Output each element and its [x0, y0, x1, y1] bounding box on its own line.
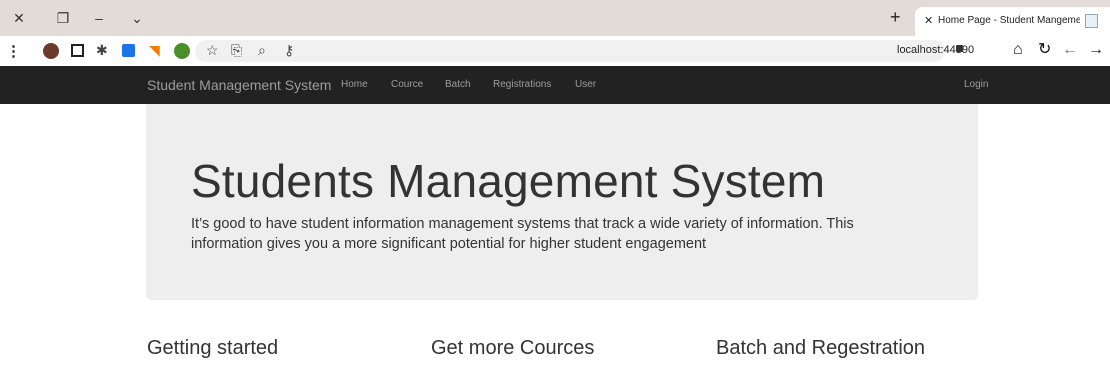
home-icon[interactable]: ⌂ [1013, 41, 1023, 59]
search-icon[interactable]: ⌕ [258, 42, 266, 58]
jumbotron-lead: It’s good to have student information ma… [191, 216, 854, 252]
menu-dots-icon[interactable]: ⋮ [6, 42, 21, 60]
browser-tab[interactable]: ✕ Home Page - Student Mangement System [915, 7, 1110, 36]
app-navbar: Student Management System Home Cource Ba… [0, 66, 1110, 104]
nav-link-home[interactable]: Home [341, 79, 368, 90]
extension-globe-icon[interactable] [174, 43, 190, 59]
extension-puzzle-icon[interactable]: ✱ [96, 42, 108, 58]
extension-blue-icon[interactable] [122, 44, 135, 57]
navbar-brand[interactable]: Student Management System [147, 77, 331, 93]
close-icon[interactable]: ✕ [10, 9, 28, 27]
browser-toolbar: ⋮ ✱ ◥ ☆ ⎘ ⌕ ⚷ localhost:44390 ⌂ ↻ ← → [0, 36, 1110, 66]
column-title-getting-started: Getting started [147, 337, 279, 359]
restore-icon[interactable]: ❐ [54, 9, 72, 27]
jumbotron: Students Management System It’s good to … [146, 104, 978, 300]
sidebar-icon[interactable] [71, 44, 84, 57]
nav-link-batch[interactable]: Batch [445, 79, 471, 90]
back-icon[interactable]: ← [1062, 41, 1078, 59]
tab-favicon-icon [1085, 14, 1098, 28]
forward-icon[interactable]: → [1088, 41, 1104, 59]
key-icon[interactable]: ⚷ [284, 42, 294, 58]
tab-search-icon[interactable]: ⎘ [231, 42, 242, 58]
nav-link-registrations[interactable]: Registrations [493, 79, 551, 90]
chevron-down-icon[interactable]: ⌄ [128, 9, 146, 27]
rss-icon[interactable]: ◥ [149, 42, 160, 58]
browser-tab-strip: ✕ ❐ – ⌄ + ✕ Home Page - Student Mangemen… [0, 0, 1110, 36]
column-title-batch-and-regestration: Batch and Regestration [716, 337, 926, 359]
star-icon[interactable]: ☆ [206, 42, 219, 58]
tab-close-icon[interactable]: ✕ [924, 14, 933, 27]
lock-icon[interactable] [956, 45, 963, 52]
tab-title: Home Page - Student Mangement System [938, 15, 1080, 26]
new-tab-button[interactable]: + [890, 8, 901, 26]
login-link[interactable]: Login [964, 79, 988, 90]
minimize-icon[interactable]: – [90, 9, 108, 27]
reload-icon[interactable]: ↻ [1038, 41, 1051, 59]
page-title: Students Management System [191, 155, 826, 207]
column-title-get-more-cources: Get more Cources [431, 337, 595, 359]
address-bar[interactable] [195, 40, 945, 62]
nav-link-cource[interactable]: Cource [391, 79, 423, 90]
nav-link-user[interactable]: User [575, 79, 596, 90]
profile-avatar-icon[interactable] [43, 43, 59, 59]
